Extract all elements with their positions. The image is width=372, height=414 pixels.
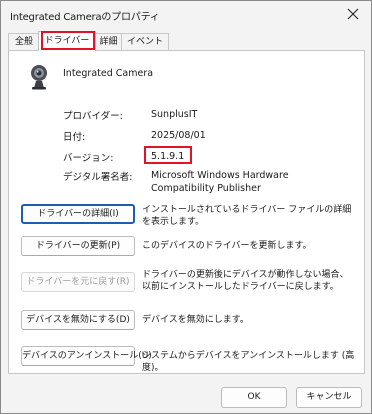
webcam-icon bbox=[31, 65, 47, 90]
date-value: 2025/08/01 bbox=[151, 130, 206, 141]
date-label: 日付: bbox=[63, 132, 86, 143]
tab-strip: 全般 ドライバー 詳細 イベント bbox=[8, 31, 364, 51]
version-label: バージョン: bbox=[63, 153, 114, 164]
tab-events[interactable]: イベント bbox=[121, 33, 169, 50]
disable-device-description: デバイスを無効にします。 bbox=[142, 315, 249, 325]
roll-back-driver-description: ドライバーの更新後にデバイスが動作しない場合、以前にインストールしたドライバーに… bbox=[142, 270, 349, 292]
close-icon[interactable] bbox=[341, 3, 365, 25]
tab-driver[interactable]: ドライバー bbox=[38, 31, 96, 51]
update-driver-description: このデバイスのドライバーを更新します。 bbox=[142, 241, 312, 251]
roll-back-driver-button: ドライバーを元に戻す(R) bbox=[21, 272, 135, 292]
uninstall-device-button[interactable]: デバイスのアンインストール(U) bbox=[21, 346, 152, 366]
driver-panel: Integrated Camera プロバイダー: SunplusIT 日付: … bbox=[8, 50, 365, 374]
provider-label: プロバイダー: bbox=[63, 111, 123, 122]
window-title: Integrated Cameraのプロパティ bbox=[10, 12, 160, 23]
properties-dialog: Integrated Cameraのプロパティ 全般 ドライバー 詳細 イベント… bbox=[0, 0, 372, 414]
title-bar[interactable]: Integrated Cameraのプロパティ bbox=[1, 1, 371, 29]
version-highlight-box bbox=[144, 146, 192, 164]
ok-button[interactable]: OK bbox=[221, 387, 287, 408]
driver-details-description: インストールされているドライバー ファイルの詳細を表示します。 bbox=[142, 205, 352, 227]
disable-device-button[interactable]: デバイスを無効にする(D) bbox=[21, 310, 135, 330]
tab-details[interactable]: 詳細 bbox=[94, 33, 123, 50]
update-driver-button[interactable]: ドライバーの更新(P) bbox=[21, 236, 135, 256]
signer-value: Microsoft Windows Hardware Compatibility… bbox=[151, 170, 289, 194]
cancel-button[interactable]: キャンセル bbox=[296, 387, 362, 408]
uninstall-device-description: システムからデバイスをアンインストールします (高度)。 bbox=[142, 351, 355, 373]
signer-label: デジタル署名者: bbox=[63, 172, 133, 183]
provider-value: SunplusIT bbox=[151, 109, 198, 120]
tab-general[interactable]: 全般 bbox=[8, 33, 40, 50]
driver-details-button[interactable]: ドライバーの詳細(I) bbox=[21, 204, 135, 224]
device-name: Integrated Camera bbox=[63, 68, 154, 79]
